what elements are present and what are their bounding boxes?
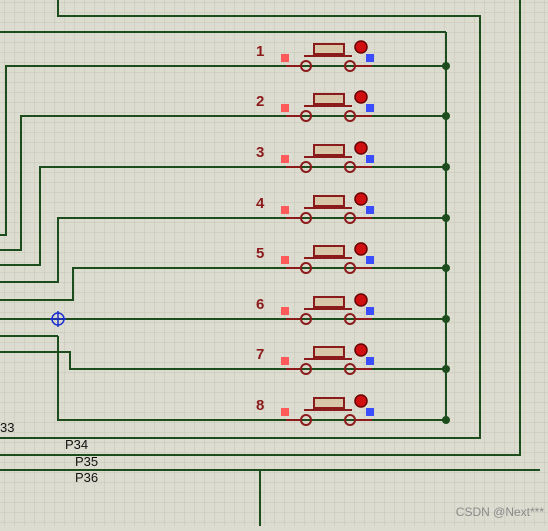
net-label-p33: 33 [0,420,14,435]
schematic-canvas[interactable]: 1 2 3 4 5 6 7 8 33 P34 P35 P36 CSDN @Next*** [0,0,548,526]
pin-marker-right [366,256,374,264]
state-indicator [354,90,368,104]
net-label-p36: P36 [75,470,98,485]
bus-junction [442,315,450,323]
pin-marker-left [281,256,289,264]
button-label: 7 [256,346,264,363]
pin-marker-right [366,54,374,62]
button-label: 2 [256,93,264,110]
state-indicator [354,242,368,256]
button-label: 3 [256,144,264,161]
bus-junction [442,62,450,70]
pin-marker-left [281,155,289,163]
button-label: 6 [256,296,264,313]
state-indicator [354,192,368,206]
actuator-cap [313,93,345,105]
actuator-cap [313,43,345,55]
bus-junction [442,112,450,120]
actuator-cap [313,195,345,207]
state-indicator [354,40,368,54]
pin-marker-left [281,104,289,112]
pin-marker-right [366,155,374,163]
bus-junction [442,163,450,171]
pin-marker-left [281,408,289,416]
state-indicator [354,141,368,155]
state-indicator [354,394,368,408]
watermark: CSDN @Next*** [456,505,545,519]
pin-marker-right [366,357,374,365]
net-label-p35: P35 [75,454,98,469]
state-indicator [354,293,368,307]
button-label: 8 [256,397,264,414]
actuator-cap [313,397,345,409]
bus-junction [442,365,450,373]
pin-marker-right [366,408,374,416]
schematic-svg: 1 2 3 4 5 6 7 8 33 P34 P35P36 CSDN @Next*** [0,0,548,526]
pin-marker-left [281,357,289,365]
actuator-cap [313,144,345,156]
bus-junction [442,416,450,424]
bus-junction [442,214,450,222]
pin-marker-left [281,54,289,62]
pin-marker-left [281,206,289,214]
state-indicator [354,343,368,357]
actuator-cap [313,245,345,257]
button-label: 4 [256,195,265,212]
pin-marker-right [366,104,374,112]
pin-marker-right [366,206,374,214]
bus-junction [442,264,450,272]
actuator-cap [313,296,345,308]
pin-marker-left [281,307,289,315]
actuator-cap [313,346,345,358]
net-label-p34: P34 [65,437,88,452]
button-label: 1 [256,43,264,60]
pin-marker-right [366,307,374,315]
button-label: 5 [256,245,264,262]
